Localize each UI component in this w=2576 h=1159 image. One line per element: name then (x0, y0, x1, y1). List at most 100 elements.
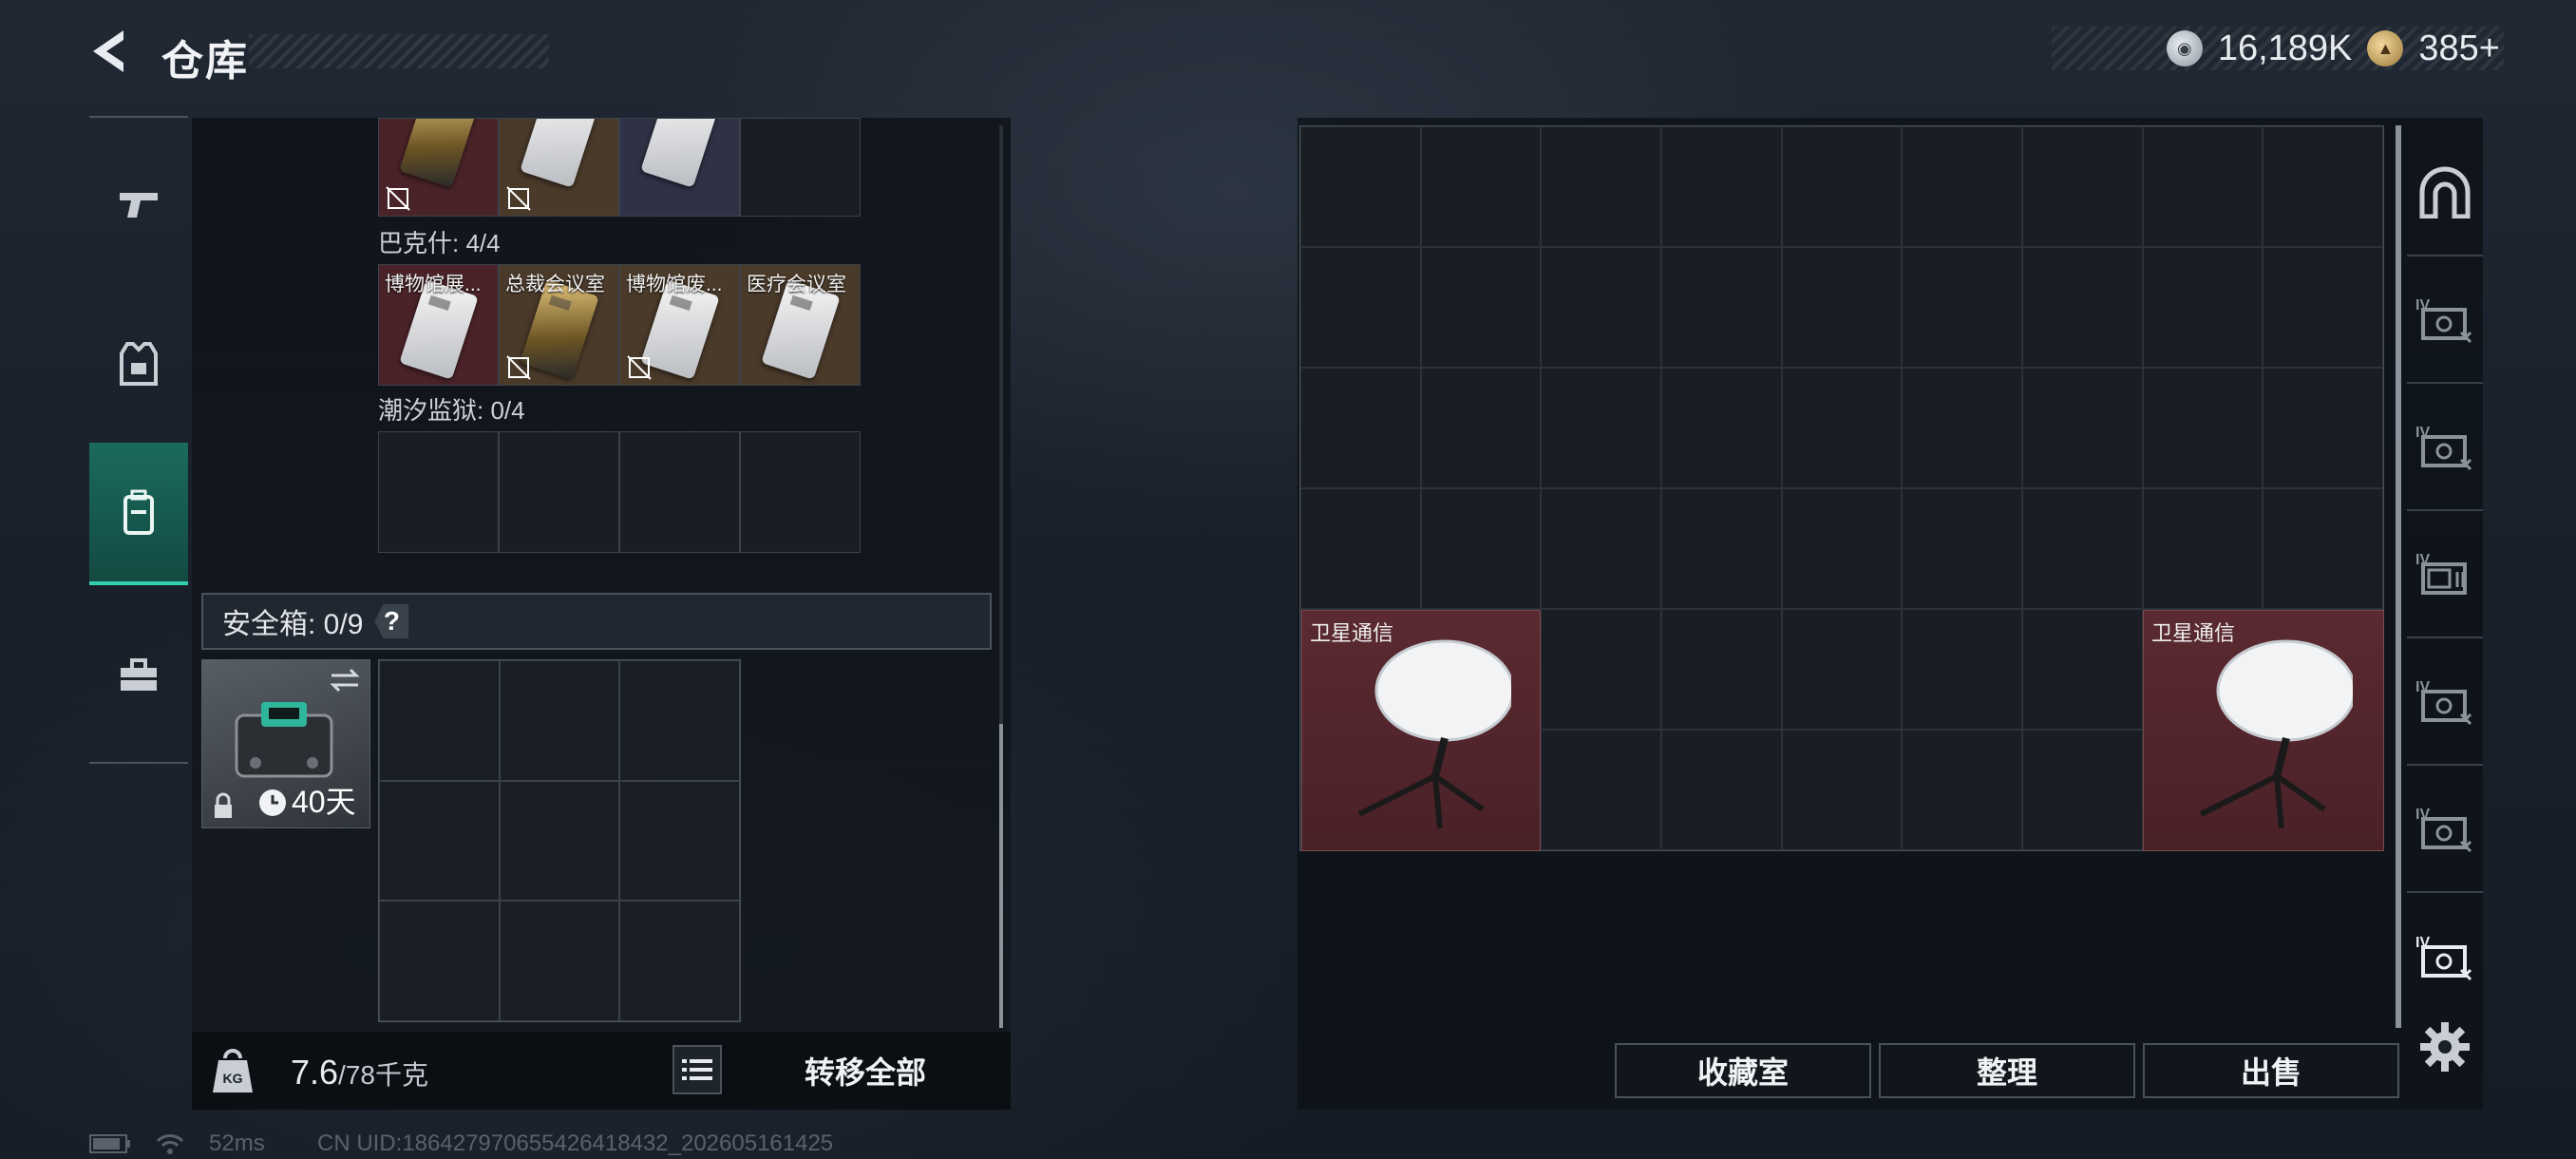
safebox-slot[interactable] (379, 780, 500, 902)
safebox-slot[interactable] (619, 901, 740, 1021)
empty-slot[interactable] (499, 431, 619, 553)
stash-slot[interactable] (1781, 730, 1903, 850)
stash-slot[interactable] (1781, 126, 1903, 247)
keycard-slot[interactable]: 博物馆展... (378, 264, 499, 386)
keycard-slot[interactable]: 总裁会议室 (499, 264, 619, 386)
stash-slot[interactable] (1420, 126, 1542, 247)
keycard-row-prison (378, 431, 861, 553)
stash-slot[interactable] (1300, 488, 1421, 609)
stash-slot[interactable] (2021, 488, 2143, 609)
empty-slot[interactable] (619, 431, 740, 553)
keycard-slot[interactable]: 博物馆废... (619, 264, 740, 386)
safebox-case-image (235, 702, 333, 778)
stash-slot[interactable] (1902, 488, 2022, 609)
stash-slot[interactable] (1420, 368, 1542, 488)
stash-slot[interactable] (1902, 368, 2022, 488)
stash-slot[interactable] (2142, 247, 2263, 368)
tab-safe-1[interactable]: IV (2407, 256, 2483, 384)
keycard-slot[interactable] (378, 118, 499, 217)
stash-slot[interactable] (2021, 730, 2143, 850)
safebox-slot[interactable] (499, 780, 620, 902)
sell-button[interactable]: 出售 (2143, 1043, 2399, 1098)
stash-slot[interactable] (2142, 126, 2263, 247)
nav-backpack[interactable] (89, 443, 188, 585)
help-button[interactable]: ? (374, 604, 409, 638)
tab-safe-3[interactable]: IV (2407, 511, 2483, 638)
user-uid: CN UID:18642797065542641843​2_2026051614… (317, 1130, 834, 1156)
safebox-days-remaining: 40天 (292, 785, 356, 819)
stash-slot[interactable] (1781, 609, 1903, 730)
keycard-slot[interactable] (619, 118, 740, 217)
stash-slot[interactable] (1541, 609, 1661, 730)
stash-slot[interactable] (2021, 609, 2143, 730)
stash-slot[interactable] (1660, 368, 1782, 488)
nav-weapons[interactable] (89, 133, 188, 276)
stash-slot[interactable] (1902, 730, 2022, 850)
tab-safe-5[interactable]: IV (2407, 766, 2483, 893)
safe-iv-icon: IV (2415, 679, 2472, 726)
stash-slot[interactable] (2263, 488, 2383, 609)
stash-slot[interactable] (1300, 368, 1421, 488)
safebox-slot[interactable] (499, 901, 620, 1021)
stash-slot[interactable] (1420, 488, 1542, 609)
safebox-slot[interactable] (379, 901, 500, 1021)
stash-slot[interactable] (2142, 368, 2263, 488)
empty-slot[interactable] (740, 118, 861, 217)
sort-button[interactable]: 整理 (1879, 1043, 2135, 1098)
stash-slot[interactable] (2263, 368, 2383, 488)
stash-item-satellite-comm[interactable]: 卫星通信 (2143, 610, 2384, 851)
stash-slot[interactable] (2142, 488, 2263, 609)
stash-slot[interactable] (2263, 247, 2383, 368)
stash-slot[interactable] (2263, 126, 2383, 247)
stash-slot[interactable] (1300, 247, 1421, 368)
stash-slot[interactable] (1781, 247, 1903, 368)
tab-safe-2[interactable]: IV (2407, 384, 2483, 511)
stash-item-satellite-comm[interactable]: 卫星通信 (1301, 610, 1541, 851)
inventory-scrollbar-thumb[interactable] (999, 724, 1003, 1028)
keycard-image (519, 119, 599, 189)
stash-slot[interactable] (1660, 609, 1782, 730)
tab-safe-4[interactable]: IV (2407, 638, 2483, 766)
nav-armor[interactable] (89, 293, 188, 435)
stash-slot[interactable] (1902, 247, 2022, 368)
tab-safe-6[interactable]: IV (2407, 893, 2483, 1020)
safebox-container[interactable]: 40天 (201, 659, 370, 828)
stash-slot[interactable] (1660, 488, 1782, 609)
stash-slot[interactable] (1541, 488, 1661, 609)
settings-gear-icon[interactable] (2418, 1020, 2472, 1074)
safebox-slot[interactable] (619, 660, 740, 781)
stash-slot[interactable] (1781, 368, 1903, 488)
stash-slot[interactable] (2021, 126, 2143, 247)
stash-scrollbar[interactable] (2396, 125, 2401, 1028)
stash-slot[interactable] (2021, 247, 2143, 368)
stash-slot[interactable] (1300, 126, 1421, 247)
safebox-slot[interactable] (379, 660, 500, 781)
stash-slot[interactable] (1541, 368, 1661, 488)
stash-slot[interactable] (1660, 126, 1782, 247)
safebox-slot[interactable] (619, 780, 740, 902)
stash-slot[interactable] (1420, 247, 1542, 368)
keycard-slot[interactable] (499, 118, 619, 217)
safebox-capacity: 安全箱: 0/9 (222, 609, 364, 640)
nav-tools[interactable] (89, 604, 188, 747)
tab-stash-main[interactable] (2407, 129, 2483, 256)
keycard-slot[interactable]: 医疗会议室 (740, 264, 861, 386)
list-view-button[interactable] (672, 1045, 722, 1094)
stash-slot[interactable] (1660, 730, 1782, 850)
back-button[interactable] (85, 25, 139, 78)
stash-slot[interactable] (1781, 488, 1903, 609)
safebox-slot[interactable] (499, 660, 620, 781)
collection-room-button[interactable]: 收藏室 (1615, 1043, 1871, 1098)
stash-slot[interactable] (1541, 247, 1661, 368)
stash-slot[interactable] (1541, 126, 1661, 247)
stash-slot[interactable] (1902, 126, 2022, 247)
keycard-name: 博物馆废... (626, 274, 723, 295)
empty-slot[interactable] (378, 431, 499, 553)
swap-icon[interactable] (328, 666, 362, 694)
stash-slot[interactable] (1660, 247, 1782, 368)
transfer-all-button[interactable]: 转移全部 (728, 1043, 1003, 1098)
stash-slot[interactable] (1902, 609, 2022, 730)
empty-slot[interactable] (740, 431, 861, 553)
stash-slot[interactable] (2021, 368, 2143, 488)
stash-slot[interactable] (1541, 730, 1661, 850)
